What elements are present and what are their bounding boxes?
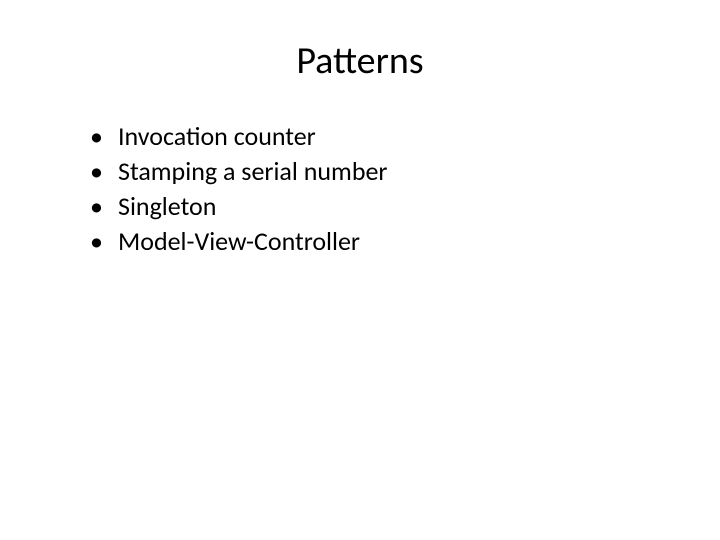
list-item: Stamping a serial number [90,154,670,189]
slide-container: Patterns Invocation counter Stamping a s… [0,0,720,540]
list-item: Invocation counter [90,119,670,154]
list-item: Model-View-Controller [90,224,670,259]
bullet-list: Invocation counter Stamping a serial num… [50,119,670,259]
list-item: Singleton [90,189,670,224]
slide-title: Patterns [50,38,670,84]
